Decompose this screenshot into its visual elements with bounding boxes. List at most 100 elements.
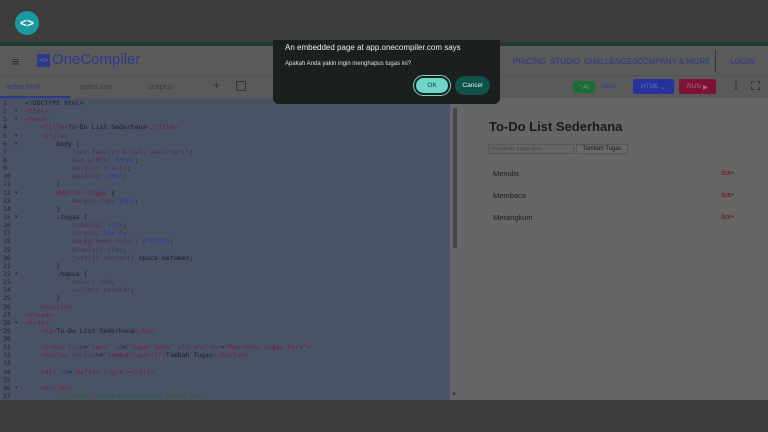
fold-toggle-icon[interactable]: ▾ [15,319,18,327]
nav-pricing[interactable]: PRICING [513,57,546,66]
fold-toggle-icon[interactable]: ▾ [15,107,18,115]
brand-name[interactable]: OneCompiler [52,51,140,68]
add-file-icon[interactable]: + [213,78,220,92]
code-line[interactable]: display: flex; [25,246,127,254]
code-line[interactable]: } [25,205,60,213]
code-line[interactable]: justify-content: space-between; [25,254,193,262]
code-token: #daftar-tugas [56,188,108,197]
fold-toggle-icon[interactable]: ▾ [15,384,18,392]
code-line[interactable]: </head> [25,311,52,319]
code-token: : [111,196,119,205]
code-line[interactable]: <h2>To-Do List Sederhana</h2> [25,326,155,335]
code-line[interactable]: margin: 5px 0; [25,229,127,237]
nav-studio[interactable]: STUDIO [550,57,580,66]
tab-script-js[interactable]: script.js [148,82,173,91]
line-number: 31 [3,343,11,352]
app-logo-icon[interactable]: <> [15,11,39,35]
language-select[interactable]: HTML ⌄ [633,79,674,94]
fullscreen-icon[interactable] [751,81,760,90]
code-line[interactable]: .hapus { [25,270,87,278]
fold-toggle-icon[interactable]: ▾ [15,140,18,148]
line-number: 15 [3,212,11,221]
line-number: 21 [3,261,11,270]
fold-toggle-icon[interactable]: ▾ [15,270,18,278]
task-input[interactable]: Masukkan tugas baru [488,144,574,154]
code-line[interactable]: <body> [25,319,48,327]
fold-toggle-icon[interactable]: ▾ [15,213,18,221]
code-line[interactable]: font-family: Arial, sans-serif; [25,148,193,156]
code-line[interactable]: margin: 0 auto; [25,164,131,172]
onecompiler-logo-icon: </> [37,54,50,67]
code-token: pointer [103,286,131,295]
code-line[interactable]: <title>To-Do List Sederhana</title> [25,123,178,131]
upload-file-icon[interactable] [236,81,246,91]
tab-index-html[interactable]: index.html [6,82,40,91]
dialog-message: Apakah Anda yakin ingin menghapus tugas … [285,61,412,67]
code-line[interactable]: <style> [25,132,68,140]
code-line[interactable]: <input type="text" id="tugas-baru" place… [25,343,311,351]
code-line[interactable]: } [25,294,60,302]
more-options-icon[interactable]: ⋮ [731,80,741,91]
hamburger-menu-icon[interactable]: ≡ [12,54,20,69]
code-line[interactable]: padding: 10px; [25,221,127,229]
fold-toggle-icon[interactable]: ▾ [15,132,18,140]
task-item: Menulis [493,169,519,178]
line-number: 22 [3,269,11,278]
code-line[interactable]: color: red; [25,278,115,286]
delete-task-button[interactable]: âœ• [721,192,734,199]
run-button[interactable]: RUN ▶ [679,79,716,94]
code-token: #f9f9f9 [142,237,170,246]
line-number: 37 [3,392,11,401]
code-line[interactable]: <!DOCTYPE html> [25,99,84,107]
fold-toggle-icon[interactable]: ▾ [15,115,18,123]
code-line[interactable]: cursor: pointer; [25,286,135,294]
code-token: </h2> [134,326,155,335]
code-token: <body> [25,318,49,327]
code-token: flex [107,245,123,254]
code-line[interactable]: } [25,262,60,270]
code-token: // Fungsi untuk menambahkan tugas baru [56,392,206,401]
cancel-button[interactable]: Cancel [455,76,490,95]
nav-company-more[interactable]: COMPANY & MORE [637,57,711,66]
code-line[interactable]: padding: 20px; [25,172,127,180]
task-item: Membaca [493,191,526,200]
line-number: 7 [3,147,7,156]
nav-challenges[interactable]: CHALLENGES [584,57,638,66]
code-line[interactable]: <div id="daftar-tugas"></div> [25,367,155,376]
line-number: 13 [3,196,11,205]
code-line[interactable]: max-width: 500px; [25,156,139,164]
nav-login[interactable]: LOGIN [730,57,755,66]
ai-button[interactable]: ⁺ AI [573,81,595,93]
code-line[interactable]: background-color: #f9f9f9; [25,237,174,245]
editor-scrollbar[interactable] [453,108,457,248]
code-line[interactable]: // Fungsi untuk menambahkan tugas baru [25,392,205,400]
code-line[interactable]: .tugas { [25,213,87,221]
tab-styles-css[interactable]: styles.css [79,82,112,91]
nav-divider [715,50,716,72]
ok-button[interactable]: OK [413,75,451,96]
code-line[interactable]: margin-top: 20px; [25,197,139,205]
code-line[interactable]: </style> [25,303,72,311]
code-token: Arial [122,147,143,156]
code-token: font-family [71,147,116,156]
code-token: id [60,367,69,376]
new-button[interactable]: NEW [601,79,616,94]
code-token: background-color [71,237,135,246]
code-token: "tambahTugas()" [103,351,162,360]
code-line[interactable]: <html> [25,107,48,115]
code-token: } [25,204,61,213]
line-number: 16 [3,221,11,230]
code-token: sans-serif [150,147,190,156]
code-line[interactable]: #daftar-tugas { [25,189,115,197]
fold-toggle-icon[interactable]: ▾ [15,189,18,197]
code-line[interactable]: } [25,180,60,188]
add-task-button[interactable]: Tambah Tugas [576,144,628,154]
code-line[interactable]: <script> [25,384,72,392]
delete-task-button[interactable]: âœ• [721,214,734,221]
code-line[interactable]: <button onclick="tambahTugas()">Tambah T… [25,351,248,359]
code-line[interactable]: body { [25,140,80,148]
code-line[interactable]: <head> [25,115,48,123]
scroll-down-arrow-icon[interactable]: ▼ [451,392,457,398]
delete-task-button[interactable]: âœ• [721,170,734,177]
